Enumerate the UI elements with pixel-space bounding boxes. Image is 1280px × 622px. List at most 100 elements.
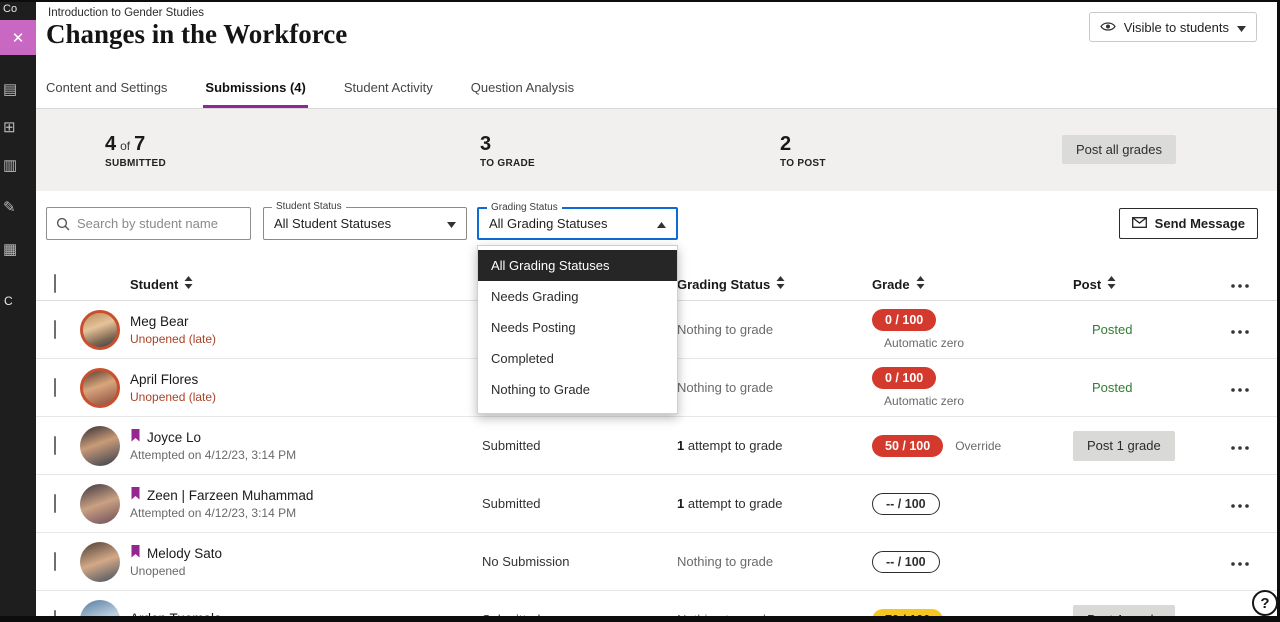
submission-sublabel: Unopened (late) <box>130 390 482 404</box>
grade-pill[interactable]: -- / 100 <box>872 551 940 573</box>
student-name[interactable]: Zeen | Farzeen Muhammad <box>147 488 313 503</box>
column-header-grade[interactable]: Grade <box>872 276 1073 292</box>
student-status-select[interactable]: Student Status All Student Statuses <box>263 207 467 240</box>
grade-cell: 0 / 100 Automatic zero <box>872 309 1073 350</box>
post-all-grades-button[interactable]: Post all grades <box>1062 135 1176 164</box>
sort-icon <box>1101 276 1116 292</box>
page-title: Changes in the Workforce <box>46 19 347 50</box>
student-name[interactable]: Arden Tuomala <box>130 611 222 617</box>
row-checkbox[interactable] <box>54 436 56 455</box>
stat-to-grade: 3 TO GRADE <box>480 133 535 169</box>
row-checkbox[interactable] <box>54 494 56 513</box>
stats-bar: 4 of 7 SUBMITTED 3 TO GRADE 2 TO POST Po… <box>36 109 1277 191</box>
book-icon[interactable]: ▥ <box>3 156 17 174</box>
row-overflow-menu[interactable] <box>1231 495 1277 513</box>
post-grade-button[interactable]: Post 1 grade <box>1073 431 1175 461</box>
tab-content-settings[interactable]: Content and Settings <box>44 80 169 108</box>
row-overflow-menu[interactable] <box>1231 553 1277 571</box>
grade-pill[interactable]: 70 / 100 <box>872 609 943 617</box>
clipboard-icon[interactable]: ▤ <box>3 80 17 98</box>
envelope-icon <box>1132 216 1147 231</box>
submitted-count: 4 <box>105 133 116 156</box>
student-search <box>46 207 251 240</box>
visibility-dropdown[interactable]: Visible to students <box>1089 12 1257 42</box>
grade-pill[interactable]: 50 / 100 <box>872 435 943 457</box>
breadcrumb[interactable]: Introduction to Gender Studies <box>48 7 204 19</box>
submission-sublabel: Attempted on 4/12/23, 3:14 PM <box>130 506 482 520</box>
row-checkbox[interactable] <box>54 610 56 617</box>
table-overflow-menu[interactable] <box>1231 275 1277 293</box>
grading-status-text: Nothing to grade <box>677 322 872 337</box>
submission-sublabel: Unopened (late) <box>130 332 482 346</box>
tab-submissions[interactable]: Submissions (4) <box>203 80 307 108</box>
submitted-label: SUBMITTED <box>105 158 166 169</box>
select-all-checkbox[interactable] <box>54 274 56 293</box>
grade-cell: -- / 100 <box>872 551 1073 573</box>
grade-pill[interactable]: 0 / 100 <box>872 367 936 389</box>
pencil-icon[interactable]: ✎ <box>3 198 16 216</box>
to-grade-label: TO GRADE <box>480 158 535 169</box>
menu-option-needs-posting[interactable]: Needs Posting <box>478 312 677 343</box>
tab-question-analysis[interactable]: Question Analysis <box>469 80 576 108</box>
student-name[interactable]: Meg Bear <box>130 314 189 329</box>
menu-option-completed[interactable]: Completed <box>478 343 677 374</box>
send-message-button[interactable]: Send Message <box>1119 208 1258 239</box>
sort-icon <box>770 276 785 292</box>
stat-submitted: 4 of 7 SUBMITTED <box>105 133 166 169</box>
grade-pill[interactable]: -- / 100 <box>872 493 940 515</box>
column-header-post[interactable]: Post <box>1073 276 1225 292</box>
grade-cell: 50 / 100 Override <box>872 435 1073 457</box>
submitted-total: 7 <box>134 133 145 156</box>
avatar[interactable] <box>80 600 120 617</box>
row-overflow-menu[interactable] <box>1231 321 1277 339</box>
document-icon[interactable]: ▦ <box>3 240 17 258</box>
submission-status: Submitted <box>482 438 677 453</box>
avatar[interactable] <box>80 542 120 582</box>
row-overflow-menu[interactable] <box>1231 437 1277 455</box>
close-panel-button[interactable]: ✕ <box>0 20 36 55</box>
row-checkbox[interactable] <box>54 378 56 397</box>
avatar[interactable] <box>80 368 120 408</box>
rail-clipped-text: Co <box>0 2 36 18</box>
post-grade-button[interactable]: Post 1 grade <box>1073 605 1175 617</box>
column-header-grading-status[interactable]: Grading Status <box>677 276 872 292</box>
table-row: Zeen | Farzeen Muhammad Attempted on 4/1… <box>36 475 1277 533</box>
grading-status-value: All Grading Statuses <box>489 216 608 231</box>
menu-option-needs-grading[interactable]: Needs Grading <box>478 281 677 312</box>
sort-icon <box>178 276 193 292</box>
grading-status-menu: All Grading Statuses Needs Grading Needs… <box>477 245 678 414</box>
grading-status-select[interactable]: Grading Status All Grading Statuses <box>477 207 678 240</box>
chevron-down-icon <box>1237 20 1246 35</box>
row-overflow-menu[interactable] <box>1231 379 1277 397</box>
row-checkbox[interactable] <box>54 320 56 339</box>
assessment-panel: Introduction to Gender Studies Changes i… <box>36 2 1277 616</box>
help-button[interactable]: ? <box>1252 590 1278 616</box>
close-icon: ✕ <box>12 29 25 47</box>
rail-clipped-text-2: C <box>4 294 13 308</box>
student-name[interactable]: Melody Sato <box>147 546 222 561</box>
grade-cell: 70 / 100 <box>872 609 1073 617</box>
chevron-down-icon <box>447 216 456 231</box>
menu-option-all-grading-statuses[interactable]: All Grading Statuses <box>478 250 677 281</box>
search-input[interactable] <box>47 208 250 239</box>
submission-sublabel: Attempted on 4/12/23, 3:14 PM <box>130 448 482 462</box>
avatar[interactable] <box>80 426 120 466</box>
tab-student-activity[interactable]: Student Activity <box>342 80 435 108</box>
student-name[interactable]: April Flores <box>130 372 198 387</box>
column-header-student[interactable]: Student <box>130 276 482 292</box>
flag-icon <box>130 487 141 503</box>
page-header: Introduction to Gender Studies Changes i… <box>36 2 1277 68</box>
eye-icon <box>1100 20 1116 35</box>
menu-option-nothing-to-grade[interactable]: Nothing to Grade <box>478 374 677 405</box>
calculator-icon[interactable]: ⊞ <box>3 118 16 136</box>
flag-icon <box>130 545 141 561</box>
avatar[interactable] <box>80 310 120 350</box>
submission-status: Submitted <box>482 496 677 511</box>
student-name[interactable]: Joyce Lo <box>147 430 201 445</box>
grading-status-text: Nothing to grade <box>677 612 872 616</box>
avatar[interactable] <box>80 484 120 524</box>
row-checkbox[interactable] <box>54 552 56 571</box>
grade-pill[interactable]: 0 / 100 <box>872 309 936 331</box>
student-status-value: All Student Statuses <box>274 216 391 231</box>
student-status-label: Student Status <box>272 201 346 212</box>
